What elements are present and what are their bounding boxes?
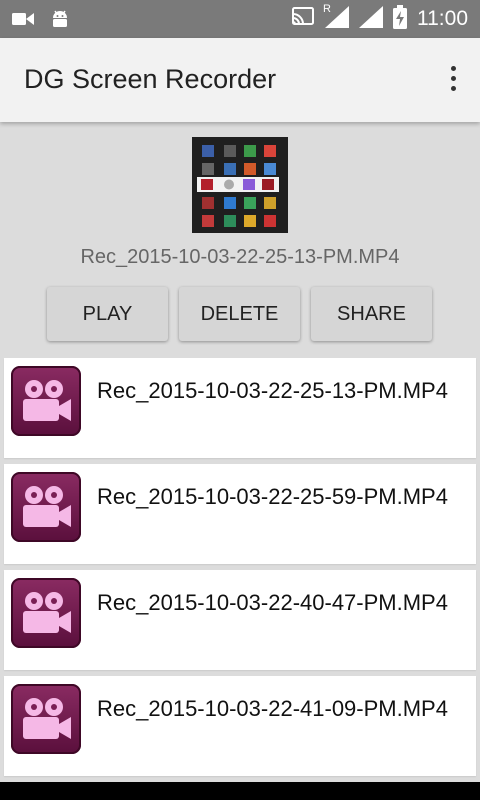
list-item-filename: Rec_2015-10-03-22-41-09-PM.MP4 (97, 696, 448, 721)
list-item[interactable]: Rec_2015-10-03-22-25-59-PM.MP4 (4, 464, 476, 564)
list-item-filename: Rec_2015-10-03-22-25-59-PM.MP4 (97, 484, 448, 509)
share-button[interactable]: SHARE (311, 287, 432, 341)
app-title: DG Screen Recorder (24, 64, 277, 94)
video-preview-thumbnail[interactable] (192, 137, 288, 233)
android-icon (50, 8, 70, 35)
battery-charging-icon (393, 4, 407, 34)
app-bar: DG Screen Recorder (0, 38, 480, 122)
list-item[interactable]: Rec_2015-10-03-22-25-13-PM.MP4 (4, 358, 476, 458)
more-vert-icon[interactable] (448, 66, 458, 96)
navigation-bar (0, 782, 480, 800)
video-camera-icon (11, 472, 81, 542)
list-item[interactable]: Rec_2015-10-03-22-41-09-PM.MP4 (4, 676, 476, 776)
list-item-filename: Rec_2015-10-03-22-40-47-PM.MP4 (97, 590, 448, 615)
video-camera-icon (11, 684, 81, 754)
signal-roaming-icon: R (323, 2, 349, 33)
list-item[interactable]: Rec_2015-10-03-22-40-47-PM.MP4 (4, 570, 476, 670)
delete-button[interactable]: DELETE (179, 287, 300, 341)
network-type-label: R (323, 2, 331, 15)
status-bar: R 11:00 (0, 0, 480, 38)
status-bar-right: R 11:00 (291, 0, 468, 38)
video-camera-icon (11, 578, 81, 648)
list-item-filename: Rec_2015-10-03-22-25-13-PM.MP4 (97, 378, 448, 403)
play-button[interactable]: PLAY (47, 287, 168, 341)
signal-icon (359, 5, 383, 33)
action-buttons: PLAY DELETE SHARE (47, 287, 433, 341)
status-time: 11:00 (417, 7, 468, 30)
video-camera-icon (12, 11, 34, 32)
video-camera-icon (11, 366, 81, 436)
status-bar-left (12, 8, 70, 35)
cast-icon (291, 6, 315, 32)
recordings-list: Rec_2015-10-03-22-25-13-PM.MP4 Rec_2015-… (4, 358, 476, 782)
preview-filename: Rec_2015-10-03-22-25-13-PM.MP4 (80, 246, 400, 268)
